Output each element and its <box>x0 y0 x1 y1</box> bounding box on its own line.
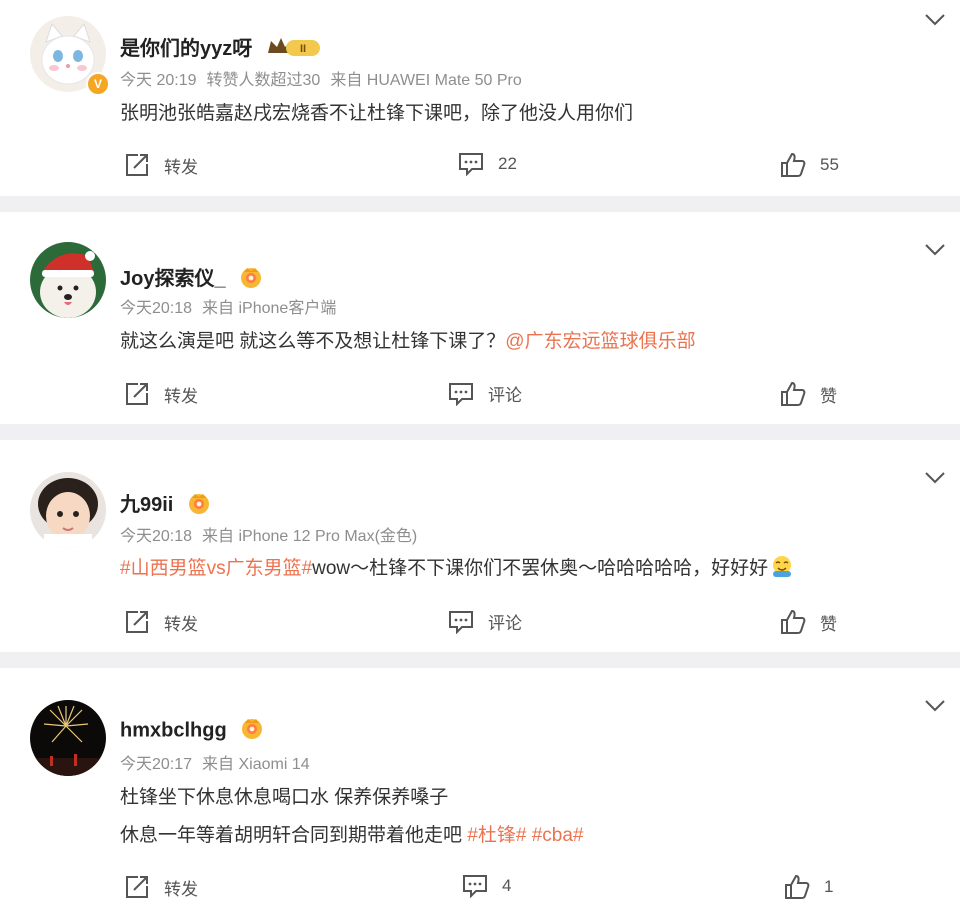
post-meta: 今天 20:19 转赞人数超过30 来自 HUAWEI Mate 50 Pro <box>120 66 532 90</box>
comment-card: 九99ii 今天20:18 来自 iPhone 12 Pro Max(金色) #山… <box>0 440 960 652</box>
comment-text-line-1: 杜锋坐下休息休息喝口水 保养保养嗓子 <box>120 787 449 808</box>
svg-text:II: II <box>300 43 306 55</box>
fan-badge-icon <box>187 491 211 521</box>
post-source: 来自 Xiaomi 14 <box>202 756 310 773</box>
repost-label: 转发 <box>164 157 198 177</box>
post-source: 来自 iPhone客户端 <box>202 300 337 317</box>
username-text[interactable]: hmxbclhgg <box>120 719 227 741</box>
comment-icon <box>448 610 474 634</box>
comment-label: 评论 <box>488 386 522 405</box>
repost-icon <box>124 874 150 900</box>
avatar[interactable] <box>30 472 106 548</box>
like-label: 赞 <box>820 386 837 406</box>
avatar[interactable] <box>30 700 106 776</box>
username-text[interactable]: 是你们的yyz呀 <box>120 38 252 60</box>
comment-count: 22 <box>498 154 517 173</box>
chevron-down-icon[interactable] <box>924 243 946 257</box>
post-time: 今天20:17 <box>120 756 193 773</box>
like-button[interactable]: 1 <box>784 874 833 900</box>
post-time: 今天20:18 <box>120 528 193 545</box>
topic-link[interactable]: #山西男篮vs广东男篮# <box>120 558 312 579</box>
comment-count: 4 <box>502 876 512 895</box>
like-button[interactable]: 55 <box>780 152 839 178</box>
post-note: 转赞人数超过30 <box>206 72 321 89</box>
post-time: 今天20:18 <box>120 300 193 317</box>
comment-icon <box>448 382 474 406</box>
post-meta: 今天20:17 来自 Xiaomi 14 <box>120 750 320 774</box>
comment-text: 就这么演是吧 就这么等不及想让杜锋下课了？@广东宏远篮球俱乐部 <box>120 326 696 353</box>
comment-body: wow～杜锋不下课你们不罢休奥～哈哈哈哈哈，好好好 <box>312 558 769 579</box>
username[interactable]: 九99ii <box>120 488 211 521</box>
repost-label: 转发 <box>164 386 198 406</box>
username[interactable]: Joy探索仪_ <box>120 262 263 295</box>
username[interactable]: hmxbclhgg <box>120 716 264 746</box>
username-text[interactable]: 九99ii <box>120 494 173 516</box>
chevron-down-icon[interactable] <box>924 699 946 713</box>
comment-body: 休息一年等着胡明轩合同到期带着他走吧 <box>120 825 463 846</box>
rank-badge-icon: II <box>266 35 322 65</box>
emoji-icon <box>770 554 794 584</box>
comment-button[interactable]: 4 <box>462 874 511 898</box>
topic-link[interactable]: #cba# <box>532 825 584 846</box>
comment-text-line-2: 休息一年等着胡明轩合同到期带着他走吧 #杜锋# #cba# <box>120 820 584 847</box>
post-meta: 今天20:18 来自 iPhone客户端 <box>120 294 346 318</box>
chevron-down-icon[interactable] <box>924 471 946 485</box>
comment-text: #山西男篮vs广东男篮#wow～杜锋不下课你们不罢休奥～哈哈哈哈哈，好好好 <box>120 553 794 584</box>
post-source: 来自 HUAWEI Mate 50 Pro <box>330 72 522 89</box>
comment-card: hmxbclhgg 今天20:17 来自 Xiaomi 14 杜锋坐下休息休息喝口… <box>0 668 960 920</box>
repost-icon <box>124 609 150 635</box>
comment-card: V 是你们的yyz呀 II 今天 20:19 转赞人数超过30 来自 HUAWEI … <box>0 0 960 196</box>
username[interactable]: 是你们的yyz呀 II <box>120 32 322 65</box>
post-source: 来自 iPhone 12 Pro Max(金色) <box>202 528 418 545</box>
repost-button[interactable]: 转发 <box>124 609 198 635</box>
comment-icon <box>458 152 484 176</box>
like-button[interactable]: 赞 <box>780 609 837 635</box>
comment-card: Joy探索仪_ 今天20:18 来自 iPhone客户端 就这么演是吧 就这么等不… <box>0 212 960 424</box>
fan-badge-icon <box>239 265 263 295</box>
post-meta: 今天20:18 来自 iPhone 12 Pro Max(金色) <box>120 522 427 546</box>
like-count: 1 <box>824 877 834 896</box>
post-time: 今天 20:19 <box>120 72 197 89</box>
comment-label: 评论 <box>488 614 522 633</box>
like-icon <box>784 874 810 900</box>
comment-body: 就这么演是吧 就这么等不及想让杜锋下课了？ <box>120 331 506 352</box>
username-text[interactable]: Joy探索仪_ <box>120 268 226 290</box>
comment-button[interactable]: 评论 <box>448 609 522 634</box>
like-label: 赞 <box>820 614 837 634</box>
topic-link[interactable]: #杜锋# <box>467 825 526 846</box>
avatar[interactable] <box>30 242 106 318</box>
comment-button[interactable]: 22 <box>458 152 517 176</box>
mention-link[interactable]: @广东宏远篮球俱乐部 <box>505 331 695 352</box>
repost-button[interactable]: 转发 <box>124 381 198 407</box>
comment-icon <box>462 874 488 898</box>
comment-button[interactable]: 评论 <box>448 381 522 406</box>
repost-button[interactable]: 转发 <box>124 874 198 900</box>
repost-button[interactable]: 转发 <box>124 152 198 178</box>
like-button[interactable]: 赞 <box>780 381 837 407</box>
like-icon <box>780 609 806 635</box>
repost-label: 转发 <box>164 879 198 899</box>
repost-icon <box>124 381 150 407</box>
like-icon <box>780 152 806 178</box>
fan-badge-icon <box>240 716 264 746</box>
like-count: 55 <box>820 155 839 174</box>
repost-icon <box>124 152 150 178</box>
like-icon <box>780 381 806 407</box>
comment-text: 张明池张皓嘉赵戌宏烧香不让杜锋下课吧，除了他没人用你们 <box>120 103 634 124</box>
chevron-down-icon[interactable] <box>924 13 946 27</box>
repost-label: 转发 <box>164 614 198 634</box>
verified-icon: V <box>86 72 110 96</box>
